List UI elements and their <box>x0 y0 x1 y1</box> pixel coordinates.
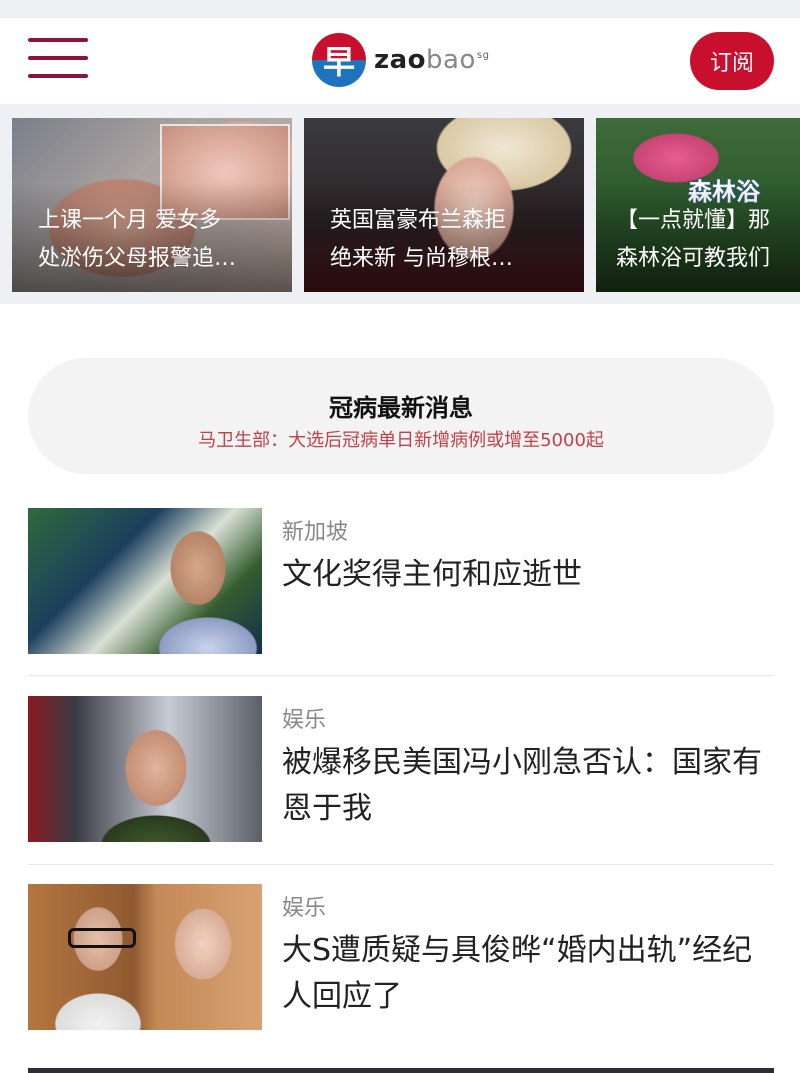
status-strip <box>0 0 800 18</box>
top-stories-carousel[interactable]: 上课一个月 爱女多 处淤伤父母报警追… 英国富豪布兰森拒 绝来新 与尚穆根… 森… <box>0 104 800 304</box>
article-item[interactable]: 新加坡 文化奖得主何和应逝世 <box>28 508 774 658</box>
article-headline[interactable]: 被爆移民美国冯小刚急否认：国家有恩于我 <box>282 740 772 832</box>
logo-wordmark: zaobaosg <box>374 45 490 75</box>
article-headline[interactable]: 文化奖得主何和应逝世 <box>282 552 772 598</box>
carousel-card[interactable]: 英国富豪布兰森拒 绝来新 与尚穆根… <box>304 118 584 292</box>
covid-banner-subtitle[interactable]: 马卫生部：大选后冠病单日新增病例或增至5000起 <box>28 426 774 452</box>
article-thumbnail[interactable] <box>28 884 262 1030</box>
next-article-edge <box>28 1068 774 1073</box>
article-headline[interactable]: 大S遭质疑与具俊晔“婚内出轨”经纪人回应了 <box>282 928 772 1020</box>
article-item[interactable]: 娱乐 大S遭质疑与具俊晔“婚内出轨”经纪人回应了 <box>28 884 774 1034</box>
article-category: 娱乐 <box>282 708 327 733</box>
carousel-card[interactable]: 森林浴 【一点就懂】那 森林浴可教我们 <box>596 118 800 292</box>
divider <box>28 675 774 676</box>
logo-mark: 早 <box>312 33 366 87</box>
subscribe-button[interactable]: 订阅 <box>690 32 774 90</box>
menu-icon[interactable] <box>28 38 88 80</box>
article-category: 娱乐 <box>282 896 327 921</box>
carousel-title: 英国富豪布兰森拒 绝来新 与尚穆根… <box>330 208 513 271</box>
carousel-title: 【一点就懂】那 森林浴可教我们 <box>616 208 771 271</box>
carousel-card[interactable]: 上课一个月 爱女多 处淤伤父母报警追… <box>12 118 292 292</box>
carousel-title: 上课一个月 爱女多 处淤伤父母报警追… <box>38 208 237 271</box>
site-header: 早 zaobaosg 订阅 <box>0 18 800 104</box>
article-thumbnail[interactable] <box>28 508 262 654</box>
divider <box>28 864 774 865</box>
covid-banner-title: 冠病最新消息 <box>329 394 473 422</box>
article-thumbnail[interactable] <box>28 696 262 842</box>
covid-news-banner[interactable]: 冠病最新消息 马卫生部：大选后冠病单日新增病例或增至5000起 <box>28 358 774 474</box>
article-item[interactable]: 娱乐 被爆移民美国冯小刚急否认：国家有恩于我 <box>28 696 774 846</box>
zaobao-logo[interactable]: 早 zaobaosg <box>312 32 489 88</box>
article-category: 新加坡 <box>282 520 349 545</box>
